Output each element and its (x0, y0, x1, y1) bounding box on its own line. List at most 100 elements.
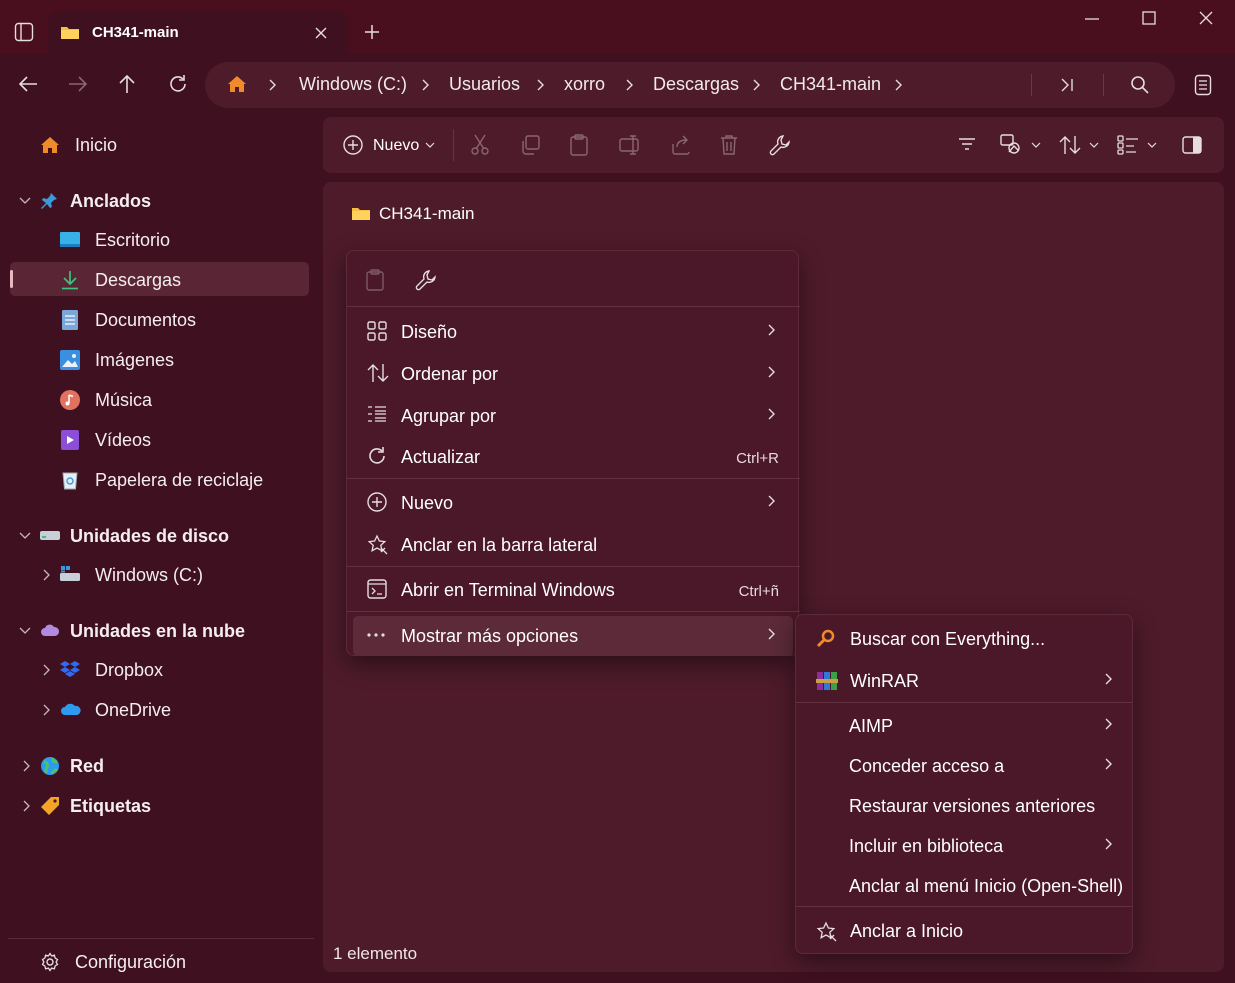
submenu-item-restaurar[interactable]: Restaurar versiones anteriores (796, 786, 1132, 826)
chevron-right-icon (1104, 758, 1112, 770)
sidebar-item-documentos[interactable]: Documentos (0, 302, 320, 338)
sidebar-item-musica[interactable]: Música (0, 382, 320, 418)
submenu-item-winrar[interactable]: WinRAR (796, 661, 1132, 701)
gear-icon (40, 952, 60, 972)
chevron-right-icon[interactable] (268, 79, 276, 91)
sidebar-section-unidades[interactable]: Unidades de disco (0, 518, 320, 554)
chevron-right-icon[interactable] (42, 664, 50, 676)
sidebar-item-papelera[interactable]: Papelera de reciclaje (0, 462, 320, 498)
refresh-icon[interactable] (168, 74, 188, 94)
chevron-right-icon[interactable] (752, 79, 760, 91)
folder-icon (60, 25, 80, 41)
tab-ch341-main[interactable]: CH341-main (48, 12, 348, 54)
back-arrow-icon[interactable] (18, 75, 38, 93)
chevron-down-icon[interactable] (19, 532, 31, 540)
forward-arrow-icon[interactable] (68, 75, 88, 93)
chevron-right-icon[interactable] (625, 79, 633, 91)
chevron-right-icon[interactable] (42, 569, 50, 581)
sidebar-item-windows-c[interactable]: Windows (C:) (0, 557, 320, 593)
submenu-item-biblioteca[interactable]: Incluir en biblioteca (796, 826, 1132, 866)
sidebar-section-nube[interactable]: Unidades en la nube (0, 613, 320, 649)
breadcrumb-descargas[interactable]: Descargas (653, 74, 739, 95)
preview-pane-icon[interactable] (1182, 136, 1202, 154)
wrench-icon[interactable] (769, 134, 791, 156)
chevron-right-icon[interactable] (22, 760, 30, 772)
menu-item-anclar-barra[interactable]: Anclar en la barra lateral (353, 525, 793, 565)
list-view-icon[interactable] (1117, 135, 1139, 155)
minimize-icon[interactable] (1084, 17, 1100, 21)
sidebar-item-videos[interactable]: Vídeos (0, 422, 320, 458)
sidebar-item-configuracion[interactable]: Configuración (0, 944, 320, 980)
sidebar-item-onedrive[interactable]: OneDrive (0, 692, 320, 728)
chevron-down-icon[interactable] (19, 627, 31, 635)
chevron-down-icon[interactable] (1089, 142, 1099, 148)
paste-icon[interactable] (366, 269, 384, 291)
submenu-item-open-shell[interactable]: Anclar al menú Inicio (Open-Shell) (796, 866, 1132, 906)
submenu-item-everything[interactable]: Buscar con Everything... (796, 619, 1132, 659)
address-bar[interactable]: Windows (C:) Usuarios xorro Descargas CH… (205, 62, 1175, 108)
sidebar-label: Vídeos (95, 430, 152, 450)
maximize-icon[interactable] (1142, 11, 1156, 25)
up-arrow-icon[interactable] (118, 74, 136, 94)
menu-item-terminal[interactable]: Abrir en Terminal Windows Ctrl+ñ (353, 570, 793, 610)
breadcrumb-xorro[interactable]: xorro (564, 74, 605, 95)
menu-item-ordenar[interactable]: Ordenar por (353, 354, 793, 394)
sidebar-item-etiquetas[interactable]: Etiquetas (0, 788, 320, 824)
divider (347, 566, 800, 567)
menu-item-label: Ordenar por (401, 364, 499, 384)
menu-item-diseno[interactable]: Diseño (353, 312, 793, 352)
submenu-item-conceder[interactable]: Conceder acceso a (796, 746, 1132, 786)
delete-trash-icon[interactable] (720, 134, 738, 156)
menu-item-actualizar[interactable]: Actualizar Ctrl+R (353, 437, 793, 477)
close-window-icon[interactable] (1199, 11, 1213, 25)
filter-sort-lines-icon[interactable] (958, 137, 976, 151)
details-pane-icon[interactable] (1194, 74, 1212, 96)
chevron-down-icon[interactable] (1147, 142, 1157, 148)
sidebar-item-imagenes[interactable]: Imágenes (0, 342, 320, 378)
divider (796, 906, 1132, 907)
download-icon (61, 270, 79, 290)
new-button[interactable]: Nuevo (341, 133, 441, 159)
rename-icon[interactable] (619, 135, 641, 155)
view-options-icon[interactable] (1000, 134, 1022, 154)
menu-item-label: Abrir en Terminal Windows (401, 580, 615, 600)
divider (347, 306, 800, 307)
breadcrumb-usuarios[interactable]: Usuarios (449, 74, 520, 95)
submenu-item-aimp[interactable]: AIMP (796, 706, 1132, 746)
chevron-right-icon[interactable] (22, 800, 30, 812)
chevron-down-icon[interactable] (1031, 142, 1041, 148)
sidebar-item-dropbox[interactable]: Dropbox (0, 652, 320, 688)
sidebar-item-escritorio[interactable]: Escritorio (0, 222, 320, 258)
chevron-down-icon (425, 142, 435, 148)
chevron-right-icon (767, 408, 775, 420)
paste-icon[interactable] (570, 134, 588, 156)
sidebar-item-red[interactable]: Red (0, 748, 320, 784)
chevron-right-icon (767, 495, 775, 507)
chevron-right-icon[interactable] (421, 79, 429, 91)
panel-toggle-icon[interactable] (14, 22, 34, 42)
menu-item-agrupar[interactable]: Agrupar por (353, 396, 793, 436)
breadcrumb-current[interactable]: CH341-main (780, 74, 881, 95)
menu-item-nuevo[interactable]: Nuevo (353, 483, 793, 523)
cut-icon[interactable] (470, 134, 490, 156)
search-icon[interactable] (1130, 75, 1150, 95)
chevron-right-icon[interactable] (42, 704, 50, 716)
menu-item-mas-opciones[interactable]: Mostrar más opciones (353, 616, 793, 656)
share-icon[interactable] (670, 135, 692, 155)
close-tab-icon[interactable] (314, 26, 328, 40)
home-icon[interactable] (227, 75, 247, 93)
sidebar-section-anclados[interactable]: Anclados (0, 183, 320, 219)
sort-arrows-icon[interactable] (1059, 135, 1081, 155)
expand-path-icon[interactable] (1060, 78, 1074, 92)
chevron-right-icon[interactable] (894, 79, 902, 91)
refresh-icon (367, 446, 387, 466)
sidebar-item-descargas[interactable]: Descargas (0, 262, 320, 298)
new-tab-icon[interactable] (364, 24, 380, 40)
copy-icon[interactable] (520, 135, 540, 155)
chevron-down-icon[interactable] (19, 197, 31, 205)
chevron-right-icon[interactable] (536, 79, 544, 91)
submenu-item-anclar-inicio[interactable]: Anclar a Inicio (796, 911, 1132, 951)
wrench-icon[interactable] (415, 269, 437, 291)
sidebar-item-inicio[interactable]: Inicio (0, 127, 320, 163)
breadcrumb-drive[interactable]: Windows (C:) (299, 74, 407, 95)
